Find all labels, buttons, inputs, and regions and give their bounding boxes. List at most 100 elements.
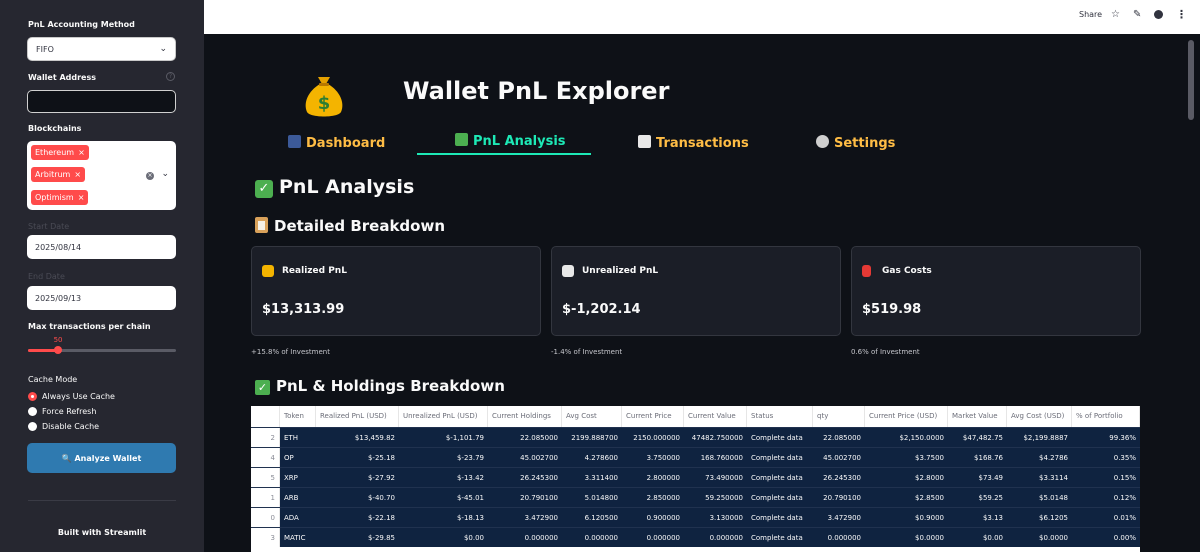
clear-all-icon[interactable]: ×	[146, 172, 154, 180]
table-cell: MATIC	[284, 534, 306, 542]
detailed-breakdown-title: Detailed Breakdown	[255, 217, 445, 235]
holdings-table[interactable]: Token Realized PnL (USD) Unrealized PnL (U…	[251, 406, 1140, 552]
table-cell: $3.13	[982, 514, 1003, 522]
blockchains-multiselect[interactable]: Ethereum × Arbitrum × Optimism × × ⌄	[27, 141, 176, 210]
help-icon[interactable]: ?	[166, 72, 175, 81]
share-button[interactable]: Share	[1079, 10, 1102, 19]
metric-value: $-1,202.14	[562, 302, 641, 317]
start-date-label: Start Date	[28, 222, 70, 231]
column-header[interactable]: Status	[747, 406, 813, 427]
start-date-input[interactable]: 2025/08/14	[27, 235, 176, 259]
column-header[interactable]: Current Holdings	[488, 406, 562, 427]
check-icon	[455, 133, 468, 146]
remove-icon[interactable]: ×	[78, 148, 85, 157]
radio-icon[interactable]	[28, 421, 37, 431]
tab-pnl-analysis[interactable]: PnL Analysis	[455, 133, 566, 149]
table-cell: ARB	[284, 494, 299, 502]
table-cell: 59.250000	[705, 494, 743, 502]
table-cell: $0.00	[982, 534, 1003, 542]
max-transactions-slider[interactable]	[28, 346, 176, 354]
column-header[interactable]: Current Price	[622, 406, 684, 427]
scrollbar[interactable]	[1188, 40, 1194, 120]
wallet-address-input[interactable]	[27, 90, 176, 113]
chain-tag-arbitrum[interactable]: Arbitrum ×	[31, 167, 86, 182]
column-header[interactable]: Market Value	[948, 406, 1007, 427]
wallet-address-label: Wallet Address	[28, 73, 96, 82]
table-cell: 4.278600	[584, 454, 618, 462]
chevron-down-icon[interactable]: ⌄	[161, 169, 169, 179]
table-cell: 2199.888700	[571, 434, 618, 442]
remove-icon[interactable]: ×	[78, 193, 85, 202]
table-cell: $73.49	[978, 474, 1004, 482]
table-cell: $-23.79	[456, 454, 484, 462]
analyze-wallet-button[interactable]: 🔍 Analyze Wallet	[27, 443, 176, 473]
table-cell: 0.01%	[1113, 514, 1136, 522]
table-cell: 0.000000	[646, 534, 680, 542]
tab-transactions[interactable]: Transactions	[638, 135, 749, 151]
remove-icon[interactable]: ×	[74, 170, 81, 179]
table-cell: 45.002700	[823, 454, 861, 462]
radio-selected-icon[interactable]	[28, 391, 37, 401]
table-row[interactable]: 5 XRP $-27.92 $-13.42 26.245300 3.311400 2.800…	[251, 467, 1140, 487]
svg-text:$: $	[318, 93, 331, 114]
money-bag-icon	[262, 265, 274, 277]
table-cell: $2.8500	[915, 494, 944, 502]
cache-option-disable[interactable]: Disable Cache	[28, 420, 99, 432]
chevron-down-icon: ⌄	[159, 44, 167, 54]
table-cell: $13,459.82	[354, 434, 395, 442]
table-cell: 3.750000	[646, 454, 680, 462]
table-cell: 0.900000	[646, 514, 680, 522]
table-cell: $3.7500	[915, 454, 944, 462]
table-cell: 2150.000000	[633, 434, 680, 442]
star-icon[interactable]: ☆	[1111, 9, 1120, 20]
metric-value: $519.98	[862, 302, 922, 317]
column-header[interactable]: Avg Cost (USD)	[1007, 406, 1072, 427]
chain-tag-ethereum[interactable]: Ethereum ×	[31, 145, 89, 160]
column-header[interactable]: Current Price (USD)	[865, 406, 948, 427]
radio-icon[interactable]	[28, 406, 37, 416]
chain-tag-optimism[interactable]: Optimism ×	[31, 190, 89, 205]
table-cell: 2.800000	[646, 474, 680, 482]
table-cell: $47,482.75	[962, 434, 1003, 442]
cache-option-refresh[interactable]: Force Refresh	[28, 405, 96, 417]
accounting-method-select[interactable]: FIFO ⌄	[27, 37, 176, 61]
chart-up-icon	[562, 265, 574, 277]
column-header[interactable]: Current Value	[684, 406, 747, 427]
table-row[interactable]: 0 ADA $-22.18 $-18.13 3.472900 6.120500 0.9000…	[251, 507, 1140, 527]
table-cell: Complete data	[751, 494, 803, 502]
chart-up-icon	[638, 135, 651, 148]
table-cell: 20.790100	[823, 494, 861, 502]
table-cell: 26.245300	[823, 474, 861, 482]
tab-dashboard[interactable]: Dashboard	[288, 135, 385, 151]
table-cell: Complete data	[751, 454, 803, 462]
check-icon: ✓	[255, 380, 270, 395]
github-icon[interactable]	[1154, 10, 1163, 19]
table-cell: 3.472900	[524, 514, 558, 522]
column-header[interactable]: Realized PnL (USD)	[316, 406, 399, 427]
column-header[interactable]: qty	[813, 406, 865, 427]
unrealized-pnl-delta: -1.4% of Investment	[551, 348, 623, 356]
column-header[interactable]: Token	[280, 406, 316, 427]
table-row[interactable]: 1 ARB $-40.70 $-45.01 20.790100 5.014800 2.850…	[251, 487, 1140, 507]
unrealized-pnl-card: Unrealized PnL $-1,202.14	[551, 246, 841, 336]
column-header[interactable]: Avg Cost	[562, 406, 622, 427]
table-row[interactable]: 2 ETH $13,459.82 $-1,101.79 22.085000 2199.88…	[251, 427, 1140, 447]
table-row[interactable]: 4 OP $-25.18 $-23.79 45.002700 4.278600 3.7500…	[251, 447, 1140, 467]
end-date-input[interactable]: 2025/09/13	[27, 286, 176, 310]
table-row[interactable]: 3 MATIC $-29.85 $0.00 0.000000 0.000000 0.0000…	[251, 527, 1140, 547]
slider-handle[interactable]	[53, 346, 62, 354]
holdings-breakdown-title: ✓ PnL & Holdings Breakdown	[255, 377, 505, 395]
end-date-label: End Date	[28, 272, 65, 281]
app-title: Wallet PnL Explorer	[403, 77, 670, 105]
tab-settings[interactable]: Settings	[816, 135, 895, 151]
cache-option-always[interactable]: Always Use Cache	[28, 390, 115, 402]
table-cell: ETH	[284, 434, 298, 442]
edit-icon[interactable]: ✎	[1133, 9, 1141, 20]
menu-icon[interactable]: ⋮	[1176, 8, 1187, 21]
table-cell: OP	[284, 454, 294, 462]
table-cell: $0.0000	[915, 534, 944, 542]
column-header[interactable]: % of Portfolio	[1072, 406, 1140, 427]
table-cell: $0.00	[463, 534, 484, 542]
column-header[interactable]: Unrealized PnL (USD)	[399, 406, 488, 427]
column-header[interactable]	[251, 406, 280, 427]
